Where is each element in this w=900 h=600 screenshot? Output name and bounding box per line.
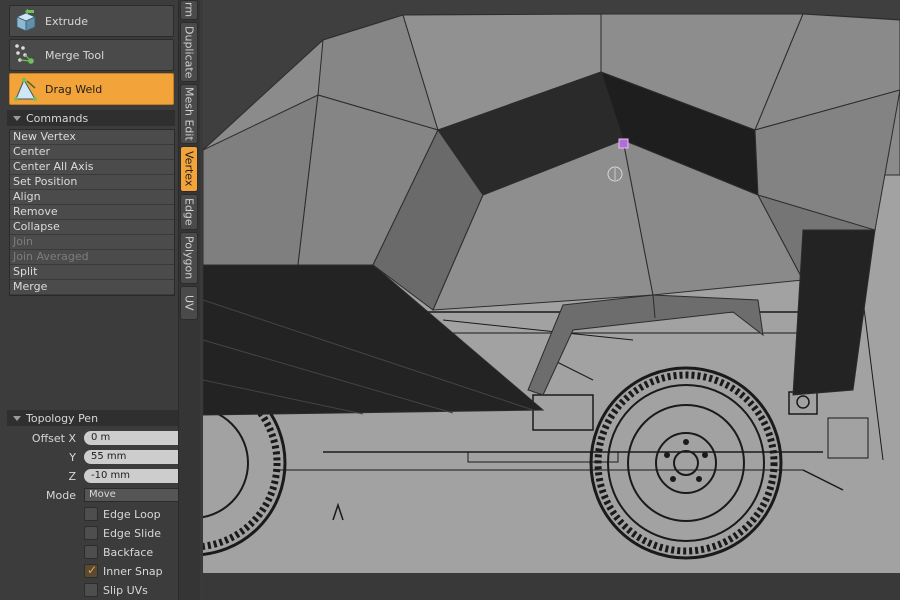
tab-transform[interactable]: rm	[180, 0, 198, 20]
collapse-triangle-icon	[13, 415, 21, 421]
command-collapse[interactable]: Collapse	[10, 220, 174, 235]
edge-slide-option[interactable]: Edge Slide	[84, 525, 161, 541]
edge-loop-option[interactable]: Edge Loop	[84, 506, 161, 522]
viewport-canvas[interactable]	[203, 0, 900, 600]
command-align[interactable]: Align	[10, 190, 174, 205]
command-list: New Vertex Center Center All Axis Set Po…	[9, 129, 175, 296]
extrude-icon	[16, 8, 36, 32]
tab-edge-label: Edge	[182, 198, 196, 226]
tab-vertex-label: Vertex	[182, 151, 196, 187]
mode-value: Move	[89, 489, 116, 500]
command-join: Join	[10, 235, 174, 250]
offset-x-label: Offset X	[31, 431, 76, 445]
backface-option[interactable]: Backface	[84, 544, 153, 560]
commands-header[interactable]: Commands	[7, 110, 175, 126]
offset-y-label: Y	[69, 450, 76, 464]
offset-x-value: 0 m	[91, 432, 111, 443]
drag-weld-icon	[14, 77, 37, 101]
tab-polygon[interactable]: Polygon	[180, 232, 198, 284]
drag-weld-button[interactable]: Drag Weld	[9, 73, 174, 105]
topology-pen-header-label: Topology Pen	[26, 411, 99, 425]
offset-z-value: -10 mm	[91, 470, 130, 481]
merge-tool-label: Merge Tool	[45, 48, 105, 62]
command-new-vertex[interactable]: New Vertex	[10, 130, 174, 145]
merge-tool-icon	[15, 44, 34, 64]
topology-pen-header[interactable]: Topology Pen	[7, 410, 195, 426]
tab-uv-label: UV	[182, 295, 196, 311]
command-center[interactable]: Center	[10, 145, 174, 160]
inner-snap-label: Inner Snap	[103, 564, 163, 578]
3d-viewport[interactable]	[203, 0, 900, 600]
offset-y-row: Y 55 mm ◀▶	[0, 449, 200, 465]
command-set-position[interactable]: Set Position	[10, 175, 174, 190]
backface-label: Backface	[103, 545, 154, 559]
tab-polygon-label: Polygon	[182, 236, 196, 280]
edge-slide-label: Edge Slide	[103, 526, 162, 540]
edge-loop-label: Edge Loop	[103, 507, 161, 521]
tab-duplicate[interactable]: Duplicate	[180, 22, 198, 82]
mode-row: Mode Move	[0, 487, 200, 503]
inner-snap-option[interactable]: ✓ Inner Snap	[84, 563, 163, 579]
inner-snap-checkbox[interactable]: ✓	[84, 563, 98, 578]
extrude-button[interactable]: Extrude	[9, 5, 174, 37]
checkmark-icon: ✓	[87, 563, 98, 577]
tool-panel: Extrude Merge Tool Drag Weld Commands Ne	[0, 0, 195, 600]
slip-uvs-checkbox[interactable]	[84, 583, 98, 597]
extrude-label: Extrude	[45, 14, 89, 28]
drag-weld-label: Drag Weld	[45, 82, 103, 96]
slip-uvs-label: Slip UVs	[103, 583, 148, 597]
backface-checkbox[interactable]	[84, 545, 98, 559]
command-remove[interactable]: Remove	[10, 205, 174, 220]
command-merge[interactable]: Merge	[10, 280, 174, 295]
command-center-all-axis[interactable]: Center All Axis	[10, 160, 174, 175]
tab-edge[interactable]: Edge	[180, 194, 198, 230]
slip-uvs-option[interactable]: Slip UVs	[84, 582, 148, 598]
tab-mesh-edit-label: Mesh Edit	[182, 87, 196, 141]
command-join-averaged: Join Averaged	[10, 250, 174, 265]
offset-x-row: Offset X 0 m ◀▶	[0, 430, 200, 446]
tool-category-tabs: rm Duplicate Mesh Edit Vertex Edge Polyg…	[178, 0, 200, 600]
command-split[interactable]: Split	[10, 265, 174, 280]
merge-tool-button[interactable]: Merge Tool	[9, 39, 174, 71]
edge-loop-checkbox[interactable]	[84, 507, 98, 521]
tab-mesh-edit[interactable]: Mesh Edit	[180, 84, 198, 144]
tab-vertex[interactable]: Vertex	[180, 146, 198, 192]
mesh-wireframe	[203, 13, 900, 416]
tab-uv[interactable]: UV	[180, 286, 198, 320]
tab-duplicate-label: Duplicate	[182, 25, 196, 79]
commands-header-label: Commands	[26, 111, 89, 125]
offset-z-label: Z	[68, 469, 76, 483]
tab-transform-label: rm	[182, 2, 196, 18]
mode-label: Mode	[46, 488, 76, 502]
offset-y-value: 55 mm	[91, 451, 127, 462]
selected-vertex	[618, 138, 629, 149]
collapse-triangle-icon	[13, 115, 21, 121]
offset-z-row: Z -10 mm ◀▶	[0, 468, 200, 484]
edge-slide-checkbox[interactable]	[84, 526, 98, 540]
